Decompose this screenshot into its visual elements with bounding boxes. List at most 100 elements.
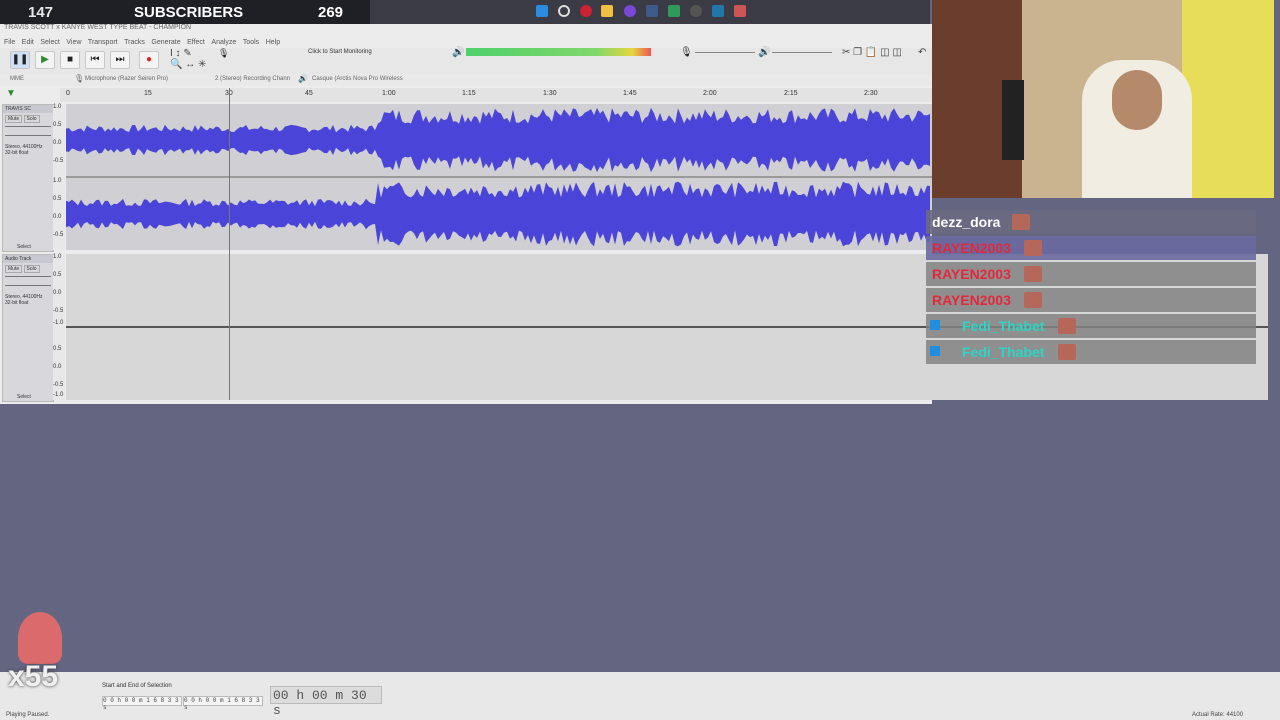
record-button[interactable]: ●: [139, 51, 159, 69]
track-select-button-2[interactable]: Select: [17, 394, 31, 400]
scale-label: 0.0: [53, 214, 62, 220]
time-display-value: 00 h 00 m 30 s: [273, 688, 367, 718]
menu-file[interactable]: File: [4, 39, 15, 46]
pause-button[interactable]: ❚❚: [10, 51, 30, 69]
chat-emote: [1058, 344, 1076, 360]
stop-button[interactable]: ■: [60, 51, 80, 69]
mic-volume-icon[interactable]: 🎙: [680, 47, 693, 58]
app-red-icon[interactable]: [580, 5, 592, 17]
chat-emote: [1024, 240, 1042, 256]
chat-username: Fedi_Thabet: [962, 318, 1045, 334]
notepad-icon[interactable]: [712, 5, 724, 17]
scale-label: 1.0: [53, 104, 62, 110]
record-meter-icon[interactable]: 🎙: [218, 48, 229, 58]
gain-slider-2[interactable]: [5, 276, 51, 277]
person-head: [1112, 70, 1162, 130]
mute-button-2[interactable]: Mute: [5, 265, 23, 273]
folder-icon[interactable]: [601, 5, 613, 17]
solo-button-2[interactable]: Solo: [23, 265, 40, 273]
cut-copy-paste-tools[interactable]: ✂ ❐ 📋 ◫ ◫: [842, 47, 902, 58]
track-name[interactable]: TRAVIS SC: [3, 105, 53, 113]
edit-tools[interactable]: I ↕ ✎ 🔍 ↔ ✳: [170, 48, 210, 72]
timeline-tick: 1:15: [462, 90, 476, 97]
monitor-label[interactable]: Click to Start Monitoring: [308, 49, 372, 55]
clap-hands-icon: [18, 612, 62, 664]
app-orange-icon[interactable]: [734, 5, 746, 17]
play-button[interactable]: ▶: [35, 51, 55, 69]
skip-end-button[interactable]: ⏭: [110, 51, 130, 69]
menu-generate[interactable]: Generate: [151, 39, 180, 46]
menu-select[interactable]: Select: [40, 39, 59, 46]
timeline-tick: 1:45: [623, 90, 637, 97]
pan-slider[interactable]: [5, 135, 51, 136]
menu-tools[interactable]: Tools: [243, 39, 259, 46]
app-green-icon[interactable]: [668, 5, 680, 17]
chat-message: RAYEN2003: [926, 262, 1256, 286]
track-control-panel-2[interactable]: Audio Track Mute Solo Stereo, 44100Hz 32…: [2, 254, 54, 402]
scale-label: 0.0: [53, 140, 62, 146]
timeline-tick: 1:30: [543, 90, 557, 97]
playhead-cursor[interactable]: [229, 88, 230, 400]
gain-slider[interactable]: [5, 126, 51, 127]
menu-analyze[interactable]: Analyze: [211, 39, 236, 46]
timeline-ruler[interactable]: 0 15 30 45 1:00 1:15 1:30 1:45 2:00 2:15…: [60, 88, 932, 102]
search-icon[interactable]: [558, 5, 570, 17]
timeline-options-icon[interactable]: ▼: [6, 88, 16, 99]
chat-emote: [1058, 318, 1076, 334]
recording-device-select[interactable]: Microphone (Razer Seiren Pro): [85, 76, 168, 82]
menu-effect[interactable]: Effect: [187, 39, 205, 46]
track-select-button[interactable]: Select: [17, 244, 31, 250]
obs-icon[interactable]: [690, 5, 702, 17]
playback-level-meter: [466, 48, 651, 56]
amplitude-scale: 1.0 0.5 0.0 -0.5 1.0 0.5 0.0 -0.5: [53, 104, 65, 250]
webcam-feed: [932, 0, 1274, 198]
playback-volume-icon[interactable]: 🔊: [758, 47, 770, 58]
menu-transport[interactable]: Transport: [88, 39, 118, 46]
playback-volume-slider[interactable]: [772, 52, 832, 53]
timeline-tick: 1:00: [382, 90, 396, 97]
combo-counter: x55: [8, 660, 59, 693]
recording-channels-select[interactable]: 2 (Stereo) Recording Chann: [215, 76, 290, 82]
selection-end-field[interactable]: 0 0 h 0 0 m 1 6 8 3 3 s: [183, 696, 263, 711]
menu-tracks[interactable]: Tracks: [124, 39, 145, 46]
chat-message: RAYEN2003: [926, 236, 1256, 260]
selection-start-field[interactable]: 0 0 h 0 0 m 1 6 8 3 3 s: [102, 696, 182, 711]
timeline-tick: 15: [144, 90, 152, 97]
speaker-meter-icon[interactable]: 🔊: [452, 47, 464, 58]
waveform-track-1[interactable]: [66, 104, 932, 250]
microphone-silhouette: [1002, 80, 1024, 160]
scale-label: 0.0: [53, 290, 62, 296]
track-name-2[interactable]: Audio Track: [3, 255, 53, 263]
timeline-tick: 45: [305, 90, 313, 97]
menu-help[interactable]: Help: [266, 39, 280, 46]
pan-slider-2[interactable]: [5, 285, 51, 286]
window-title: TRAVIS SCOTT x KANYE WEST TYPE BEAT - CH…: [4, 24, 192, 31]
solo-button[interactable]: Solo: [23, 115, 40, 123]
timeline-tick: 2:15: [784, 90, 798, 97]
scale-label: -0.5: [53, 158, 64, 164]
waveform-graphic: [66, 107, 932, 247]
audio-position-display[interactable]: 00 h 00 m 30 s: [270, 686, 382, 718]
subscriber-count-left: 147: [28, 4, 54, 21]
chat-username: RAYEN2003: [932, 292, 1011, 308]
status-text: Playing Paused.: [6, 712, 50, 718]
steam-icon[interactable]: [646, 5, 658, 17]
playback-device-select[interactable]: Casque (Arctis Nova Pro Wireless: [312, 76, 403, 82]
mic-icon: 🎙: [74, 74, 85, 83]
scale-label: 0.0: [53, 364, 62, 370]
record-volume-slider[interactable]: [695, 52, 755, 53]
track-control-panel[interactable]: TRAVIS SC Mute Solo Stereo, 44100Hz 32-b…: [2, 104, 54, 252]
menu-view[interactable]: View: [66, 39, 81, 46]
discord-icon[interactable]: [624, 5, 636, 17]
scale-label: -1.0: [53, 320, 64, 326]
menu-edit[interactable]: Edit: [22, 39, 34, 46]
undo-icon[interactable]: ↶: [918, 47, 926, 58]
skip-start-button[interactable]: ⏮: [85, 51, 105, 69]
audio-host-select[interactable]: MME: [10, 76, 24, 82]
scale-label: 0.5: [53, 122, 62, 128]
chat-message: Fedi_Thabet: [926, 314, 1256, 338]
speaker-icon: 🔊: [298, 74, 308, 83]
windows-start-icon[interactable]: [536, 5, 548, 17]
mute-button[interactable]: Mute: [5, 115, 23, 123]
selection-mode-select[interactable]: Start and End of Selection: [102, 683, 172, 689]
